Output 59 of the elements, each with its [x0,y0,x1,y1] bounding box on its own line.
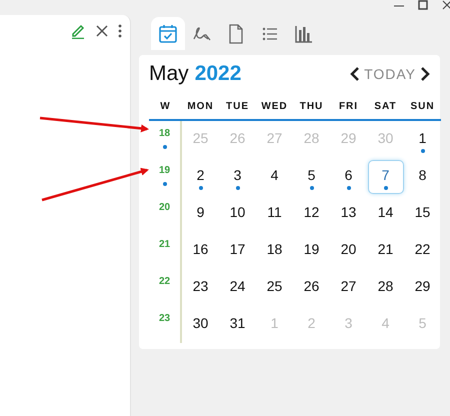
day-cell[interactable]: 20 [330,234,366,268]
day-cell[interactable]: 3 [220,160,256,194]
day-cell[interactable]: 25 [256,270,292,304]
week-number: 23 [158,313,170,325]
column-header: THU [293,90,330,121]
column-header: TUE [219,90,256,121]
day-cell[interactable]: 16 [182,234,218,268]
day-cell[interactable]: 4 [256,160,292,194]
day-cell[interactable]: 21 [368,234,404,268]
day-cell[interactable]: 2 [182,160,218,194]
day-cell[interactable]: 12 [294,196,330,230]
column-header: W [149,90,182,121]
column-header: SUN [404,90,441,121]
day-cell[interactable]: 27 [330,270,366,304]
previous-icon[interactable] [350,67,360,81]
day-cell[interactable]: 10 [220,196,256,230]
day-cell[interactable]: 9 [182,196,218,230]
column-header: WED [256,90,293,121]
week-number: 18 [158,128,170,140]
close-icon[interactable] [96,25,108,37]
day-cell[interactable]: 13 [330,196,366,230]
day-cell[interactable]: 19 [294,234,330,268]
day-cell[interactable]: 28 [368,270,404,304]
week-number: 21 [158,239,170,251]
day-cell[interactable]: 17 [220,234,256,268]
day-cell[interactable]: 11 [256,196,292,230]
day-cell[interactable]: 31 [220,308,256,342]
day-cell[interactable]: 18 [256,234,292,268]
day-cell[interactable]: 22 [404,234,440,268]
day-cell[interactable]: 14 [368,196,404,230]
column-header: SAT [367,90,404,121]
column-header: MON [182,90,219,121]
year-label: 2022 [194,62,242,86]
next-icon[interactable] [420,67,430,81]
day-cell[interactable]: 7 [368,160,404,194]
day-cell[interactable]: 5 [294,160,330,194]
week-number: 19 [158,165,170,177]
day-cell[interactable]: 30 [182,308,218,342]
day-cell[interactable]: 6 [330,160,366,194]
day-cell[interactable]: 23 [182,270,218,304]
column-header: FRI [330,90,367,121]
day-cell[interactable]: 29 [404,270,440,304]
maximize-icon[interactable] [418,0,428,10]
day-cell[interactable]: 24 [220,270,256,304]
tab[interactable] [151,17,185,50]
today-button[interactable]: TODAY [364,66,416,82]
event-dot [162,145,166,149]
day-cell[interactable]: 26 [294,270,330,304]
edit-icon[interactable] [70,23,86,39]
week-number: 20 [158,202,170,214]
day-cell[interactable]: 1 [404,122,440,156]
day-cell[interactable]: 8 [404,160,440,194]
calendar-icon [157,22,179,44]
month-label: May [149,62,189,86]
week-number: 22 [158,276,170,288]
close-icon[interactable] [442,0,450,10]
event-dot [162,182,166,186]
day-cell[interactable]: 15 [404,196,440,230]
more-icon[interactable] [118,24,122,38]
